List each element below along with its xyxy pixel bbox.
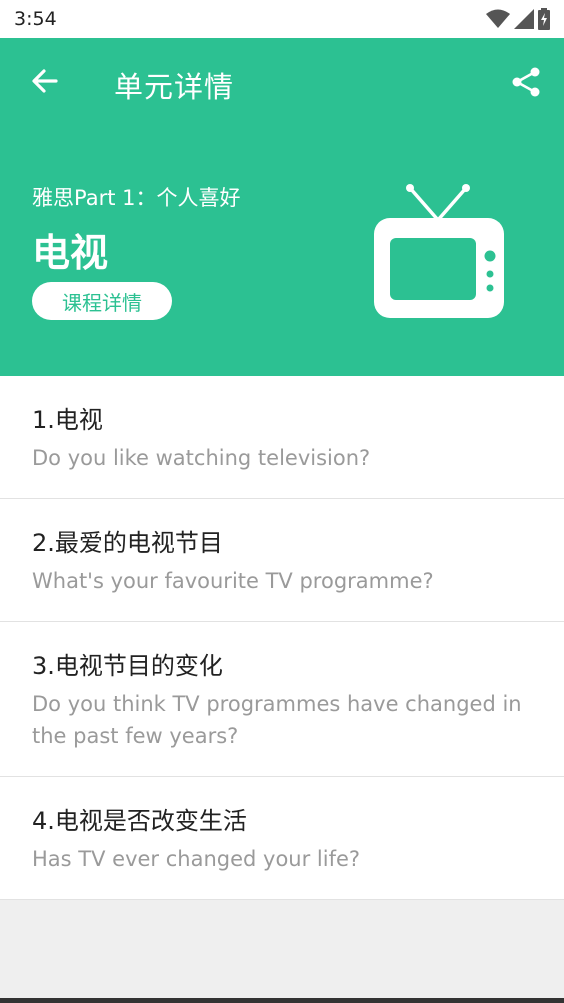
back-arrow-icon [32, 69, 58, 93]
item-title: 1.电视 [32, 406, 103, 434]
navigation-bar [0, 998, 564, 1003]
share-icon [512, 67, 540, 97]
battery-icon [538, 8, 550, 30]
item-subtitle: What's your favourite TV programme? [32, 569, 434, 593]
item-subtitle: Do you like watching television? [32, 446, 371, 470]
back-button[interactable] [24, 60, 66, 102]
tv-icon [374, 184, 504, 318]
signal-icon [514, 9, 534, 29]
wifi-icon [486, 9, 510, 28]
course-detail-button[interactable]: 课程详情 [32, 282, 172, 320]
list-item[interactable]: 4.电视是否改变生活 Has TV ever changed your life… [0, 777, 564, 900]
unit-subtitle: 雅思Part 1：个人喜好 [32, 186, 241, 210]
item-title: 3.电视节目的变化 [32, 652, 223, 680]
app-bar: 单元详情 [0, 38, 564, 124]
item-title: 2.最爱的电视节目 [32, 529, 223, 557]
hero-banner: 雅思Part 1：个人喜好 电视 课程详情 [0, 124, 564, 376]
list-item[interactable]: 2.最爱的电视节目 What's your favourite TV progr… [0, 499, 564, 622]
list-item[interactable]: 1.电视 Do you like watching television? [0, 376, 564, 499]
question-list: 1.电视 Do you like watching television? 2.… [0, 376, 564, 900]
item-subtitle: Do you think TV programmes have changed … [32, 692, 522, 748]
item-subtitle: Has TV ever changed your life? [32, 847, 361, 871]
page-title: 单元详情 [114, 70, 235, 104]
unit-title: 电视 [32, 231, 109, 275]
share-button[interactable] [506, 62, 546, 102]
list-item[interactable]: 3.电视节目的变化 Do you think TV programmes hav… [0, 622, 564, 777]
status-icons [486, 8, 550, 30]
status-time: 3:54 [14, 8, 57, 30]
item-title: 4.电视是否改变生活 [32, 807, 247, 835]
status-bar: 3:54 [0, 0, 564, 38]
